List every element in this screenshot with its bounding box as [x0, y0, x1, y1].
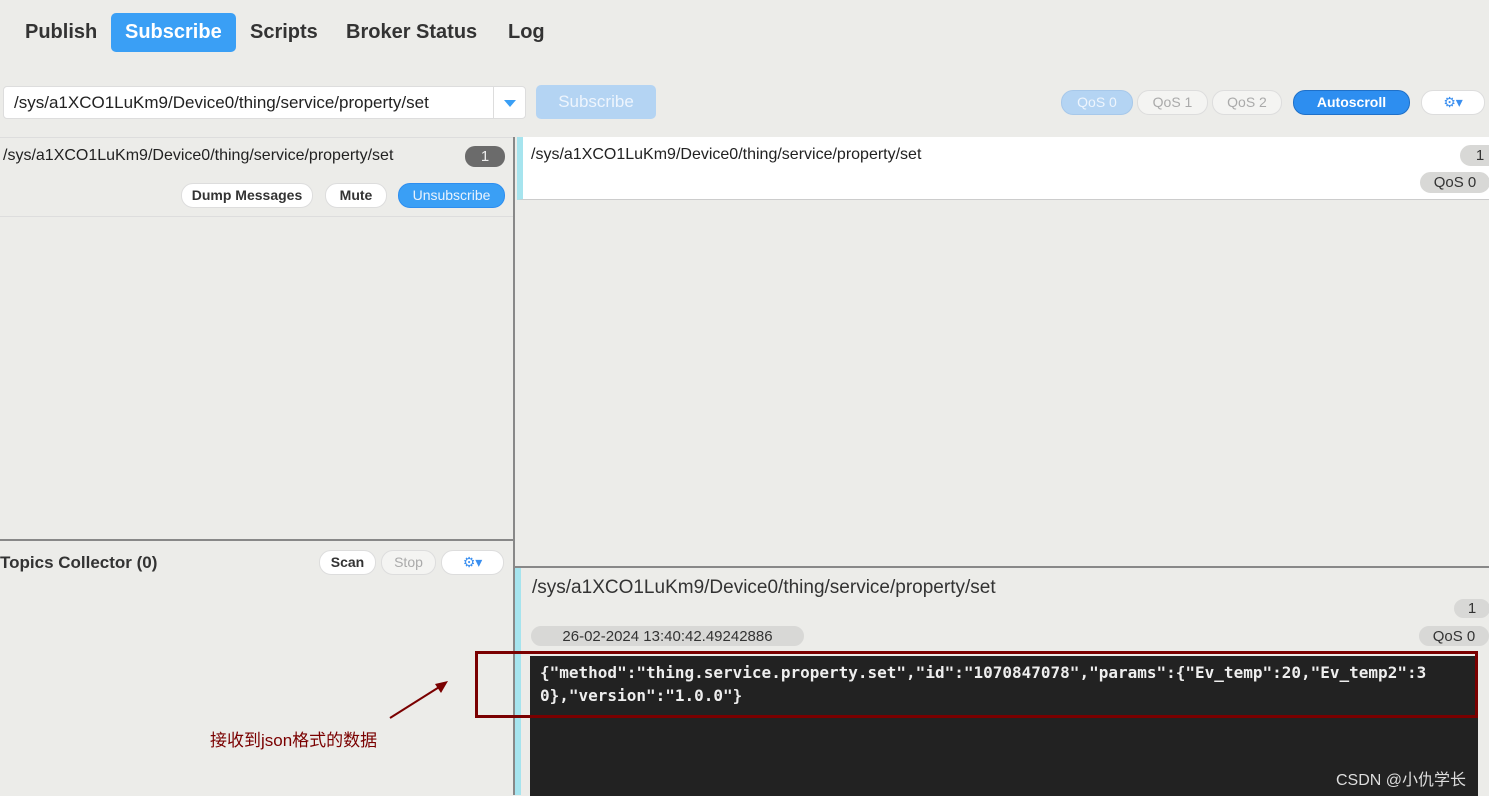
detail-topic: /sys/a1XCO1LuKm9/Device0/thing/service/p… [532, 577, 996, 598]
topic-dropdown-button[interactable] [493, 87, 525, 118]
topic-input[interactable]: /sys/a1XCO1LuKm9/Device0/thing/service/p… [3, 86, 526, 119]
message-count-badge: 1 [1460, 145, 1489, 166]
settings-dropdown-button[interactable]: ⚙▾ [1421, 90, 1485, 115]
dump-messages-button[interactable]: Dump Messages [181, 183, 313, 208]
gear-icon: ⚙▾ [1443, 94, 1463, 110]
autoscroll-button[interactable]: Autoscroll [1293, 90, 1410, 115]
subscription-item[interactable]: /sys/a1XCO1LuKm9/Device0/thing/service/p… [0, 137, 513, 217]
tab-publish[interactable]: Publish [11, 13, 111, 52]
detail-timestamp: 26-02-2024 13:40:42.49242886 [531, 626, 804, 646]
tab-scripts[interactable]: Scripts [236, 13, 332, 52]
stop-button[interactable]: Stop [381, 550, 436, 575]
subscribe-button[interactable]: Subscribe [536, 85, 656, 119]
annotation-text: 接收到json格式的数据 [210, 731, 378, 750]
tab-log[interactable]: Log [494, 13, 559, 52]
topics-collector-title: Topics Collector (0) [0, 553, 158, 572]
message-list-item[interactable]: /sys/a1XCO1LuKm9/Device0/thing/service/p… [517, 137, 1489, 200]
detail-count-badge: 1 [1454, 599, 1489, 618]
message-qos-badge: QoS 0 [1420, 172, 1489, 193]
watermark: CSDN @小仇学长 [1336, 772, 1467, 789]
left-splitter[interactable] [0, 539, 514, 541]
annotation-arrow [389, 681, 448, 719]
tab-subscribe[interactable]: Subscribe [111, 13, 236, 52]
gear-icon: ⚙▾ [462, 554, 483, 570]
subscription-topic: /sys/a1XCO1LuKm9/Device0/thing/service/p… [3, 147, 394, 164]
scan-button[interactable]: Scan [319, 550, 376, 575]
qos-2-button[interactable]: QoS 2 [1212, 90, 1282, 115]
qos-1-button[interactable]: QoS 1 [1137, 90, 1208, 115]
detail-qos-badge: QoS 0 [1419, 626, 1489, 646]
chevron-down-icon [504, 100, 516, 107]
mute-button[interactable]: Mute [325, 183, 387, 208]
topic-input-value: /sys/a1XCO1LuKm9/Device0/thing/service/p… [14, 93, 429, 112]
annotation-box [475, 651, 1478, 718]
qos-0-button[interactable]: QoS 0 [1061, 90, 1133, 115]
message-topic: /sys/a1XCO1LuKm9/Device0/thing/service/p… [531, 146, 922, 163]
collector-settings-button[interactable]: ⚙▾ [441, 550, 504, 575]
subscription-count-badge: 1 [465, 146, 505, 167]
unsubscribe-button[interactable]: Unsubscribe [398, 183, 505, 208]
tab-broker-status[interactable]: Broker Status [332, 13, 491, 52]
